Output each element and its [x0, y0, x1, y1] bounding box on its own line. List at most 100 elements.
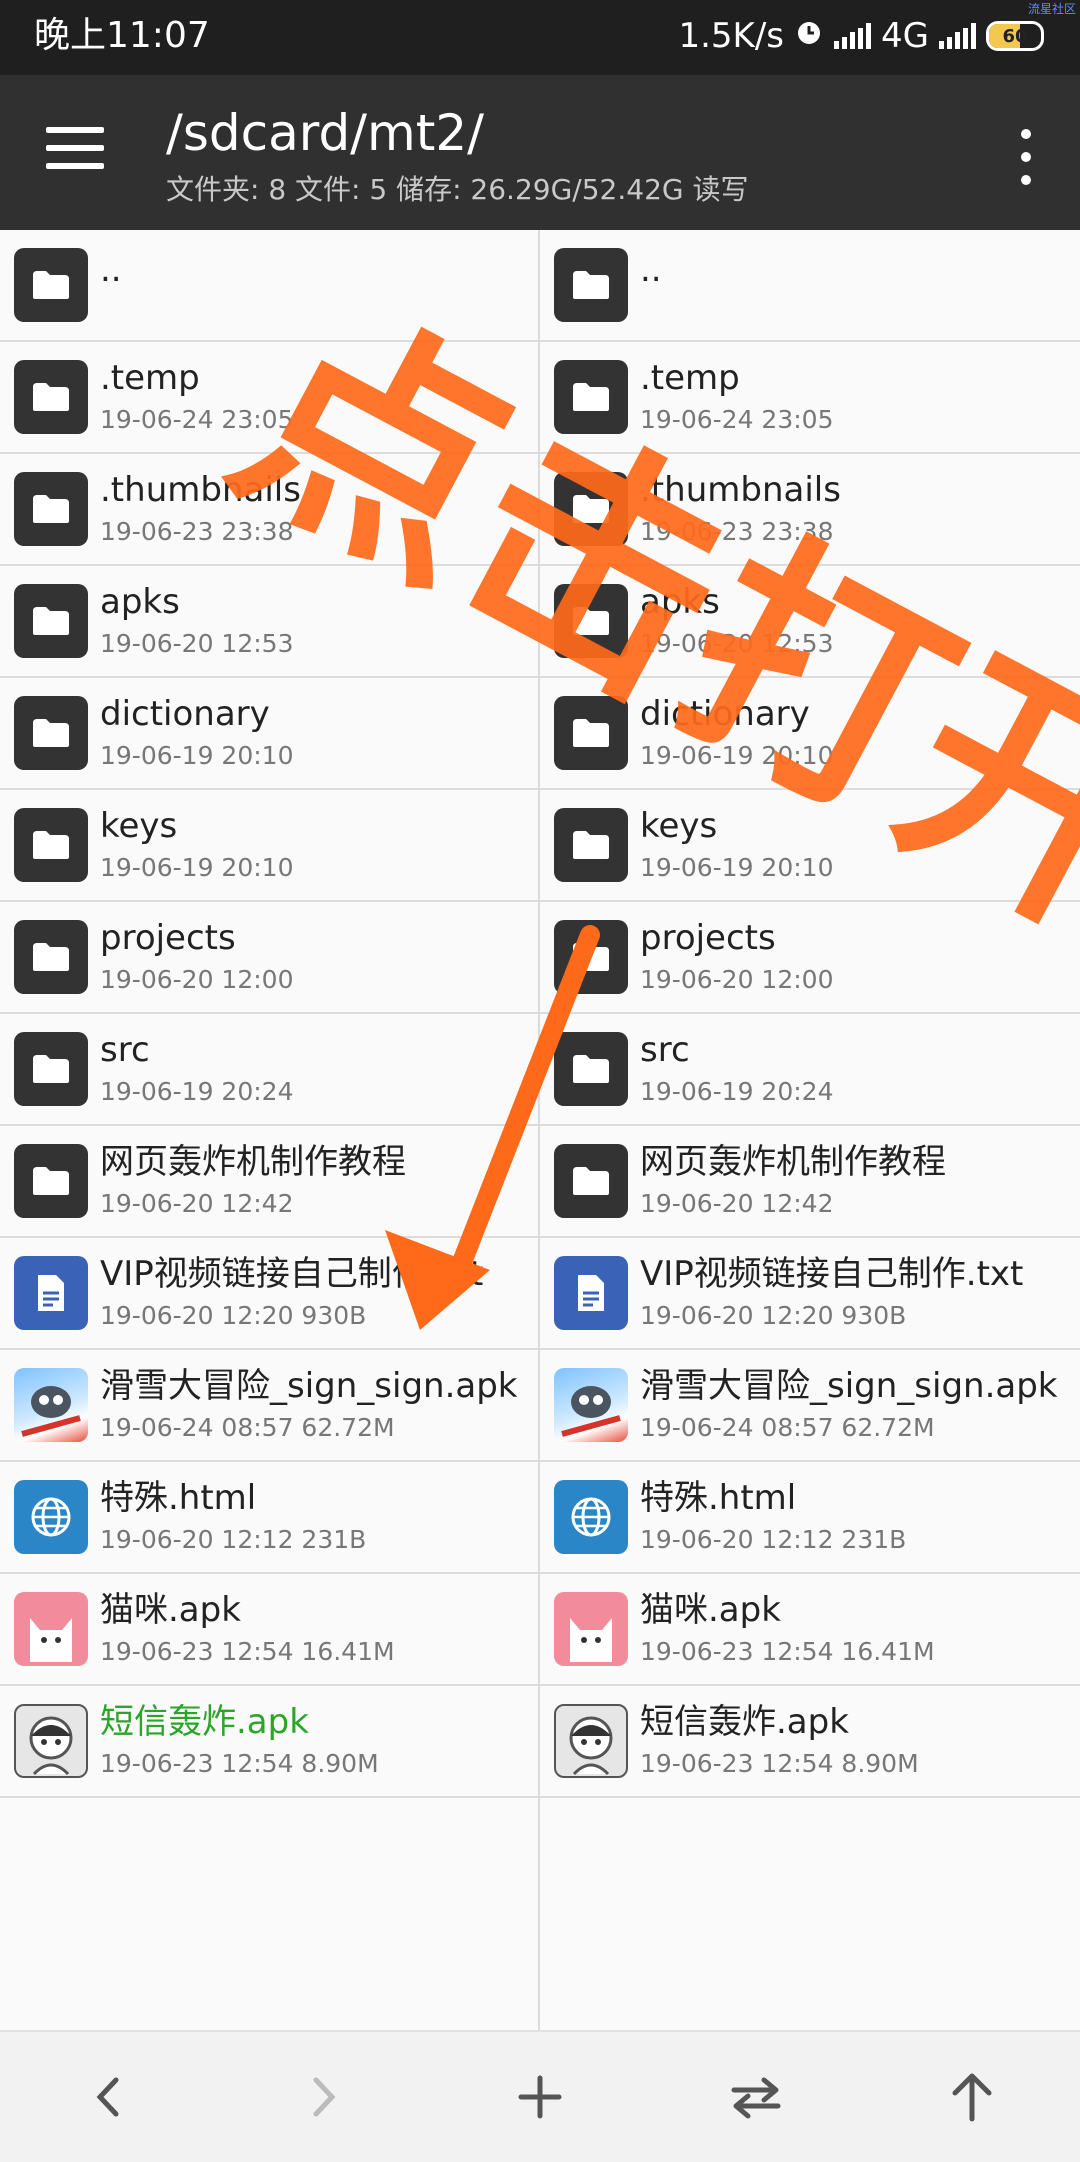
row-icon	[554, 1480, 628, 1554]
back-button[interactable]	[58, 2047, 158, 2147]
folder-icon	[14, 472, 88, 546]
up-button[interactable]	[922, 2047, 1022, 2147]
file-row[interactable]: .thumbnails 19-06-23 23:38	[0, 454, 538, 566]
file-row[interactable]: dictionary 19-06-19 20:10	[0, 678, 538, 790]
file-row[interactable]: .temp 19-06-24 23:05	[0, 342, 538, 454]
file-row[interactable]: apks 19-06-20 12:53	[0, 566, 538, 678]
file-meta: 19-06-20 12:42	[640, 1189, 834, 1218]
file-row[interactable]: 猫咪.apk 19-06-23 12:54 16.41M	[0, 1574, 538, 1686]
file-row[interactable]: 特殊.html 19-06-20 12:12 231B	[0, 1462, 538, 1574]
file-name: 猫咪.apk	[100, 1590, 241, 1630]
file-row[interactable]: .thumbnails 19-06-23 23:38	[540, 454, 1080, 566]
row-icon	[14, 1256, 88, 1330]
file-name: apks	[640, 582, 720, 622]
file-name: 特殊.html	[100, 1478, 257, 1518]
row-icon	[554, 1032, 628, 1106]
file-meta: 19-06-24 08:57 62.72M	[100, 1413, 395, 1442]
file-row[interactable]: src 19-06-19 20:24	[0, 1014, 538, 1126]
text-file-icon	[14, 1256, 88, 1330]
file-row[interactable]: projects 19-06-20 12:00	[0, 902, 538, 1014]
file-row[interactable]: 短信轰炸.apk 19-06-23 12:54 8.90M	[0, 1686, 538, 1798]
text-file-icon	[554, 1256, 628, 1330]
file-meta: 19-06-20 12:00	[640, 965, 834, 994]
file-name: .thumbnails	[640, 470, 841, 510]
folder-icon	[14, 920, 88, 994]
file-name: 网页轰炸机制作教程	[100, 1142, 406, 1182]
parent-directory-row[interactable]: ..	[0, 230, 538, 342]
file-meta: 19-06-23 23:38	[100, 517, 294, 546]
file-meta: 19-06-24 23:05	[640, 405, 834, 434]
folder-icon	[554, 360, 628, 434]
alarm-icon	[794, 16, 824, 56]
row-icon	[554, 584, 628, 658]
file-meta: 19-06-20 12:53	[100, 629, 294, 658]
file-row[interactable]: 猫咪.apk 19-06-23 12:54 16.41M	[540, 1574, 1080, 1686]
file-row[interactable]: 滑雪大冒险_sign_sign.apk 19-06-24 08:57 62.72M	[540, 1350, 1080, 1462]
folder-icon	[554, 472, 628, 546]
menu-icon[interactable]	[46, 127, 104, 177]
folder-icon	[554, 1032, 628, 1106]
row-icon	[14, 1144, 88, 1218]
file-name: 猫咪.apk	[640, 1590, 781, 1630]
row-icon	[14, 808, 88, 882]
folder-icon	[14, 248, 88, 322]
file-row[interactable]: src 19-06-19 20:24	[540, 1014, 1080, 1126]
row-icon	[14, 584, 88, 658]
file-row[interactable]: keys 19-06-19 20:10	[540, 790, 1080, 902]
file-row[interactable]: VIP视频链接自己制作.txt 19-06-20 12:20 930B	[540, 1238, 1080, 1350]
file-meta: 19-06-24 08:57 62.72M	[640, 1413, 935, 1442]
swap-icon	[731, 2077, 781, 2119]
file-row[interactable]: keys 19-06-19 20:10	[0, 790, 538, 902]
row-icon	[554, 248, 628, 322]
forward-button[interactable]	[274, 2047, 374, 2147]
file-name: ..	[100, 250, 122, 290]
file-row[interactable]: 网页轰炸机制作教程 19-06-20 12:42	[0, 1126, 538, 1238]
parent-directory-row[interactable]: ..	[540, 230, 1080, 342]
file-row[interactable]: 特殊.html 19-06-20 12:12 231B	[540, 1462, 1080, 1574]
file-meta: 19-06-23 12:54 8.90M	[100, 1749, 379, 1778]
up-icon	[952, 2073, 992, 2122]
swap-button[interactable]	[706, 2047, 806, 2147]
file-row[interactable]: VIP视频链接自己制作.txt 19-06-20 12:20 930B	[0, 1238, 538, 1350]
row-icon	[554, 696, 628, 770]
row-icon	[554, 472, 628, 546]
row-icon	[14, 1704, 88, 1778]
file-row[interactable]: .temp 19-06-24 23:05	[540, 342, 1080, 454]
file-row[interactable]: 网页轰炸机制作教程 19-06-20 12:42	[540, 1126, 1080, 1238]
file-row[interactable]: apks 19-06-20 12:53	[540, 566, 1080, 678]
file-meta: 19-06-19 20:24	[640, 1077, 834, 1106]
left-file-pane: .. .temp 19-06-24 23:05 .thumbnails 19-06-23…	[0, 230, 538, 2030]
file-meta: 19-06-23 23:38	[640, 517, 834, 546]
file-row[interactable]: 短信轰炸.apk 19-06-23 12:54 8.90M	[540, 1686, 1080, 1798]
file-row[interactable]: projects 19-06-20 12:00	[540, 902, 1080, 1014]
file-name: 滑雪大冒险_sign_sign.apk	[640, 1366, 1058, 1406]
file-meta: 19-06-19 20:10	[100, 853, 294, 882]
more-options-icon[interactable]	[1006, 129, 1046, 185]
file-name: ..	[640, 250, 662, 290]
file-row[interactable]: dictionary 19-06-19 20:10	[540, 678, 1080, 790]
row-icon	[554, 920, 628, 994]
add-button[interactable]	[490, 2047, 590, 2147]
file-row[interactable]: 滑雪大冒险_sign_sign.apk 19-06-24 08:57 62.72M	[0, 1350, 538, 1462]
file-name: 短信轰炸.apk	[100, 1702, 309, 1742]
network-speed: 1.5K/s	[678, 16, 785, 56]
file-name: 短信轰炸.apk	[640, 1702, 849, 1742]
forward-icon	[313, 2077, 336, 2117]
file-meta: 19-06-20 12:20 930B	[100, 1301, 367, 1330]
row-icon	[554, 1256, 628, 1330]
add-icon	[518, 2075, 562, 2119]
network-type: 4G	[881, 16, 929, 56]
row-icon	[554, 1368, 628, 1442]
row-icon	[554, 1144, 628, 1218]
row-icon	[14, 1032, 88, 1106]
file-name: .thumbnails	[100, 470, 301, 510]
file-name: dictionary	[640, 694, 810, 734]
row-icon	[14, 248, 88, 322]
row-icon	[554, 1704, 628, 1778]
app-toolbar: /sdcard/mt2/ 文件夹: 8 文件: 5 储存: 26.29G/52.…	[0, 75, 1080, 230]
folder-icon	[14, 696, 88, 770]
row-icon	[554, 1592, 628, 1666]
file-name: .temp	[100, 358, 200, 398]
file-name: keys	[640, 806, 718, 846]
file-meta: 19-06-20 12:00	[100, 965, 294, 994]
